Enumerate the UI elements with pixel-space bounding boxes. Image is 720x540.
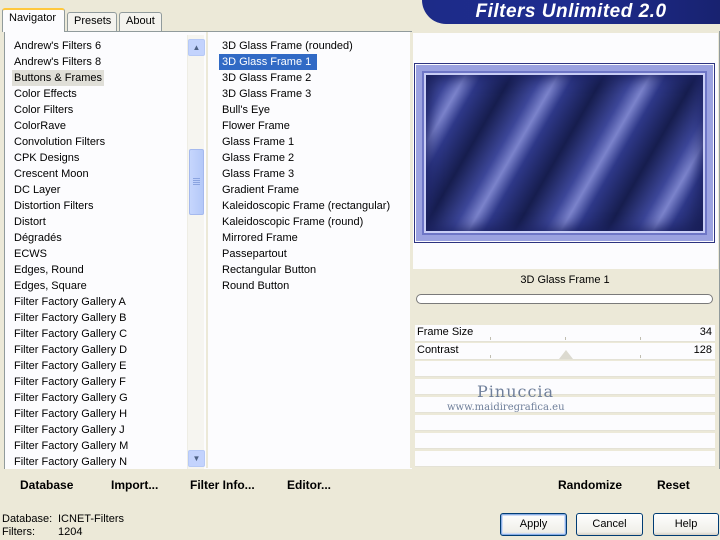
category-item[interactable]: CPK Designs (12, 150, 190, 166)
category-item[interactable]: Dégradés (12, 230, 190, 246)
category-item[interactable]: Buttons & Frames (12, 70, 105, 86)
panel-divider (206, 32, 208, 468)
scroll-thumb[interactable] (189, 149, 204, 215)
filter-item[interactable]: Glass Frame 1 (219, 134, 413, 150)
category-item[interactable]: Distort (12, 214, 190, 230)
status-database-label: Database: (2, 513, 53, 525)
category-item[interactable]: Andrew's Filters 8 (12, 54, 190, 70)
slider-tick (565, 337, 566, 340)
scroll-down-button[interactable]: ▼ (188, 450, 205, 467)
category-list[interactable]: Andrew's Filters 6 Andrew's Filters 8 Butt… (12, 38, 190, 470)
cancel-button[interactable]: Cancel (576, 513, 643, 536)
category-item[interactable]: Crescent Moon (12, 166, 190, 182)
filter-item[interactable]: Passepartout (219, 246, 413, 262)
category-item[interactable]: Filter Factory Gallery D (12, 342, 190, 358)
category-item[interactable]: Filter Factory Gallery B (12, 310, 190, 326)
slider-tick (640, 337, 641, 340)
progress-bar (416, 294, 713, 304)
category-scrollbar[interactable]: ▲ ▼ (187, 35, 205, 470)
slider-pointer[interactable] (559, 350, 573, 359)
filter-item[interactable]: Round Button (219, 278, 413, 294)
category-item[interactable]: DC Layer (12, 182, 190, 198)
category-item[interactable]: Filter Factory Gallery N (12, 454, 190, 470)
tab-navigator[interactable]: Navigator (2, 8, 65, 32)
filter-item[interactable]: Bull's Eye (219, 102, 413, 118)
filter-item[interactable]: 3D Glass Frame 2 (219, 70, 413, 86)
filter-list[interactable]: 3D Glass Frame (rounded) 3D Glass Frame 1… (219, 38, 413, 470)
filter-name-label: 3D Glass Frame 1 (520, 274, 610, 286)
category-item[interactable]: Filter Factory Gallery G (12, 390, 190, 406)
help-button[interactable]: Help (653, 513, 719, 536)
control-value: 34 (699, 326, 712, 338)
control-row-empty (415, 433, 715, 449)
status-filters-label: Filters: (2, 526, 35, 538)
filter-item[interactable]: 3D Glass Frame 3 (219, 86, 413, 102)
control-row-frame-size[interactable]: Frame Size 34 (415, 325, 715, 342)
editor-button[interactable]: Editor... (287, 478, 331, 492)
randomize-button[interactable]: Randomize (558, 478, 622, 492)
filter-item[interactable]: Rectangular Button (219, 262, 413, 278)
control-value: 128 (693, 344, 712, 356)
category-item[interactable]: Edges, Square (12, 278, 190, 294)
filter-item[interactable]: Mirrored Frame (219, 230, 413, 246)
category-item[interactable]: ColorRave (12, 118, 190, 134)
tab-presets[interactable]: Presets (67, 12, 117, 31)
control-row-empty (415, 451, 715, 467)
control-row-empty (415, 415, 715, 431)
category-item[interactable]: Filter Factory Gallery M (12, 438, 190, 454)
category-item[interactable]: Filter Factory Gallery J (12, 422, 190, 438)
watermark-name: Pinuccia (477, 382, 555, 401)
category-item[interactable]: Filter Factory Gallery F (12, 374, 190, 390)
category-item[interactable]: Edges, Round (12, 262, 190, 278)
category-item[interactable]: Filter Factory Gallery A (12, 294, 190, 310)
import-button[interactable]: Import... (111, 478, 158, 492)
slider-tick (490, 355, 491, 358)
tab-about[interactable]: About (119, 12, 162, 31)
slider-tick (490, 337, 491, 340)
category-item[interactable]: Andrew's Filters 6 (12, 38, 190, 54)
status-database-value: ICNET-Filters (58, 513, 124, 525)
control-label: Frame Size (417, 326, 474, 338)
scroll-up-button[interactable]: ▲ (188, 39, 205, 56)
filter-item[interactable]: Glass Frame 2 (219, 150, 413, 166)
category-item[interactable]: Distortion Filters (12, 198, 190, 214)
category-item[interactable]: Color Effects (12, 86, 190, 102)
apply-button[interactable]: Apply (500, 513, 567, 536)
slider-tick (640, 355, 641, 358)
category-item[interactable]: ECWS (12, 246, 190, 262)
filter-item[interactable]: Flower Frame (219, 118, 413, 134)
filter-item[interactable]: Gradient Frame (219, 182, 413, 198)
category-item[interactable]: Filter Factory Gallery E (12, 358, 190, 374)
database-button[interactable]: Database (20, 478, 73, 492)
status-filters-value: 1204 (58, 526, 83, 538)
category-item[interactable]: Filter Factory Gallery H (12, 406, 190, 422)
reset-button[interactable]: Reset (657, 478, 690, 492)
category-item[interactable]: Convolution Filters (12, 134, 190, 150)
category-item[interactable]: Color Filters (12, 102, 190, 118)
control-label: Contrast (417, 344, 459, 356)
filter-item[interactable]: 3D Glass Frame 1 (219, 54, 318, 70)
category-item[interactable]: Filter Factory Gallery C (12, 326, 190, 342)
watermark-url: www.maidiregrafica.eu (447, 402, 565, 413)
app-banner-title: Filters Unlimited 2.0 (422, 0, 720, 24)
filter-item[interactable]: Glass Frame 3 (219, 166, 413, 182)
control-row-empty (415, 361, 715, 377)
filter-item[interactable]: 3D Glass Frame (rounded) (219, 38, 413, 54)
control-row-empty (415, 379, 715, 395)
filter-item[interactable]: Kaleidoscopic Frame (round) (219, 214, 413, 230)
filter-info-button[interactable]: Filter Info... (190, 478, 255, 492)
filter-item[interactable]: Kaleidoscopic Frame (rectangular) (219, 198, 413, 214)
preview-image[interactable] (416, 65, 713, 241)
